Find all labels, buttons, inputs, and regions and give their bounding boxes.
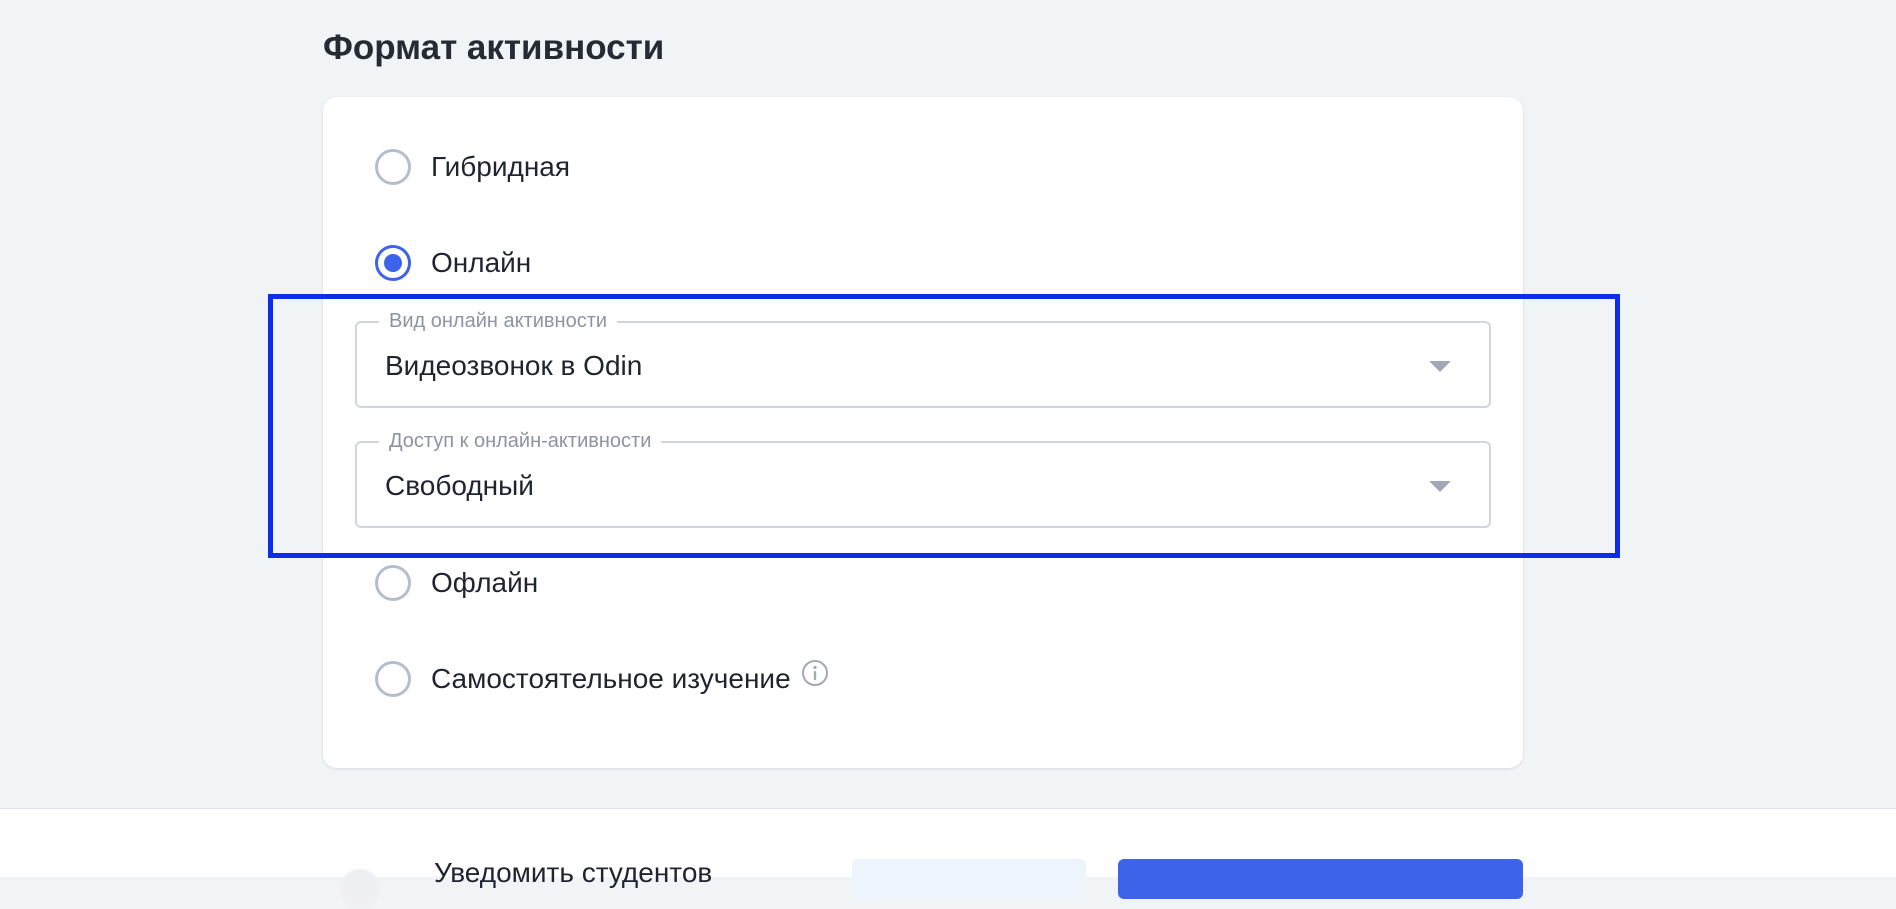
online-access-legend: Доступ к онлайн-активности	[379, 430, 662, 453]
online-access-value: Свободный	[385, 470, 534, 501]
online-activity-type-select[interactable]: Вид онлайн активности Видеозвонок в Odin	[355, 310, 1491, 408]
activity-format-card: Гибридная Онлайн Вид онлайн активности В…	[323, 97, 1523, 768]
notify-students-label: Уведомить студентов	[434, 857, 713, 888]
chevron-down-icon[interactable]	[1429, 481, 1451, 492]
radio-button-self-study[interactable]	[375, 661, 411, 697]
radio-label-offline: Офлайн	[431, 567, 539, 598]
section-title: Формат активности	[323, 28, 665, 67]
notify-toggle[interactable]	[340, 869, 380, 909]
online-access-select[interactable]: Доступ к онлайн-активности Свободный	[355, 430, 1491, 528]
secondary-button[interactable]	[852, 859, 1086, 899]
radio-selected-dot	[384, 254, 402, 272]
radio-label-self-study: Самостоятельное изучение	[431, 663, 791, 694]
radio-option-hybrid[interactable]: Гибридная	[375, 149, 570, 185]
radio-button-hybrid[interactable]	[375, 149, 411, 185]
primary-button[interactable]	[1118, 859, 1523, 899]
radio-button-offline[interactable]	[375, 565, 411, 601]
radio-label-online: Онлайн	[431, 247, 532, 278]
radio-option-offline[interactable]: Офлайн	[375, 565, 538, 601]
radio-option-self-study[interactable]: Самостоятельное изучение	[375, 659, 829, 697]
footer-bar: Уведомить студентов	[0, 808, 1896, 909]
info-icon[interactable]	[801, 659, 829, 687]
chevron-down-icon[interactable]	[1429, 361, 1451, 372]
radio-label-hybrid: Гибридная	[431, 151, 571, 182]
online-activity-type-value: Видеозвонок в Odin	[385, 350, 643, 381]
radio-button-online[interactable]	[375, 245, 411, 281]
radio-option-online[interactable]: Онлайн	[375, 245, 531, 281]
online-activity-type-legend: Вид онлайн активности	[379, 310, 618, 333]
